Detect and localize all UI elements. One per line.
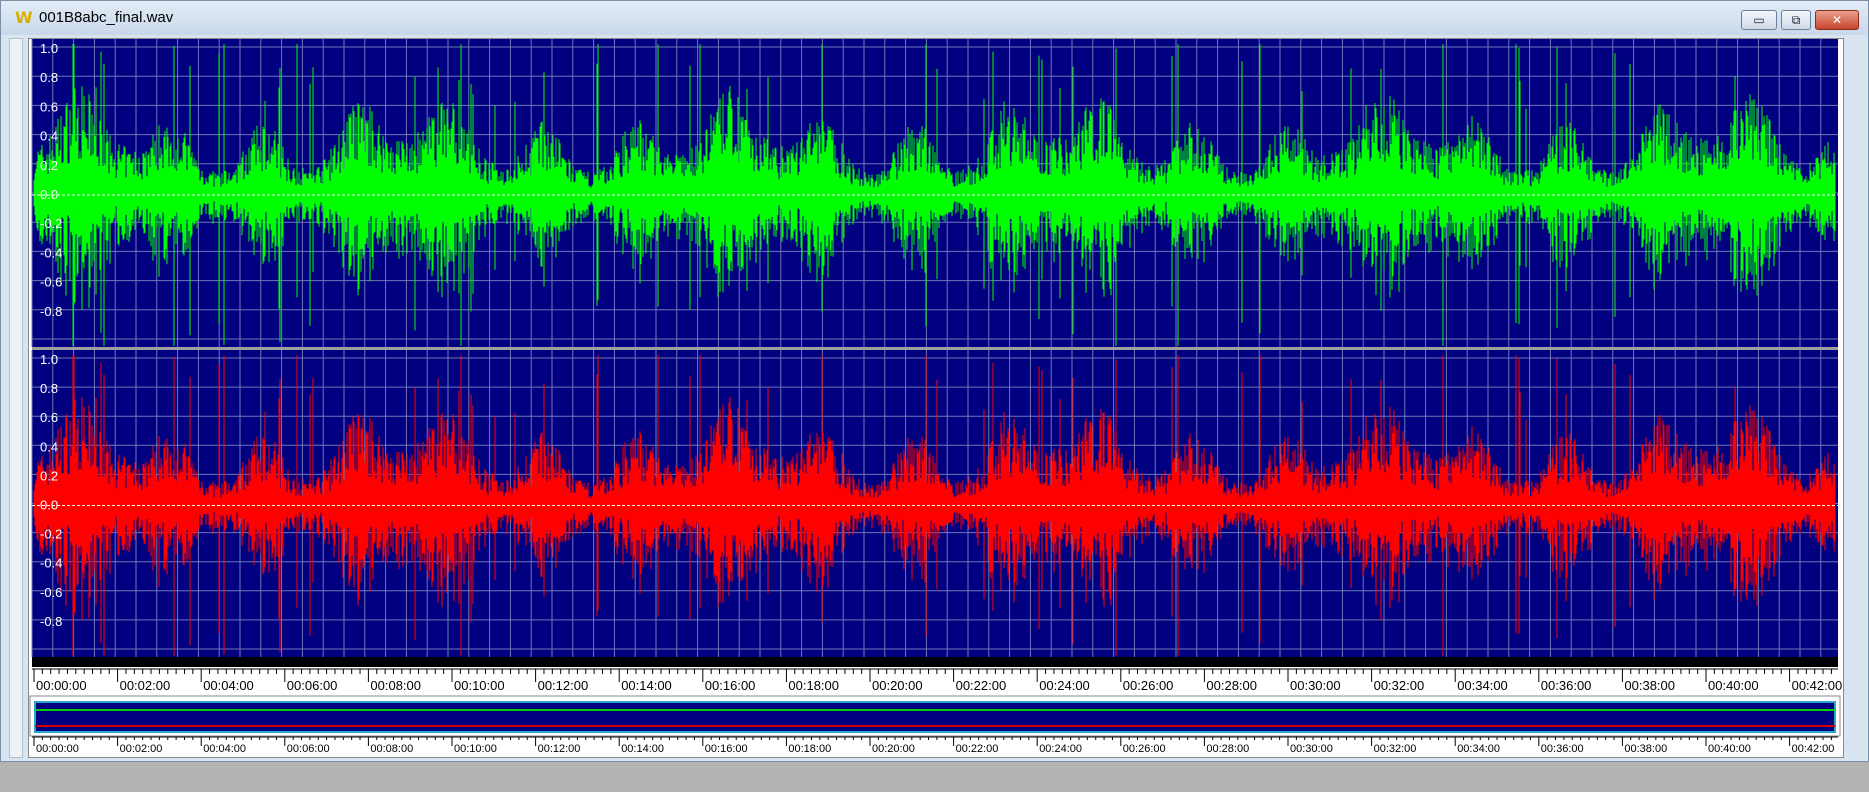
channel-divider xyxy=(32,347,1838,350)
overview-time-label: 00:40:00 xyxy=(1708,743,1751,755)
overview-time-label: 00:26:00 xyxy=(1123,743,1166,755)
waveform-canvas[interactable]: 1.0 0.8 0.6 0.4 0.2 0.0 -0.2 -0.4 -0.6 -0.8 1.0 0.8… xyxy=(0,0,1869,762)
y-tick-label: -0.8 xyxy=(40,304,62,319)
y-tick-label: 0.6 xyxy=(40,99,58,114)
time-label: 00:40:00 xyxy=(1708,678,1759,693)
time-label: 00:28:00 xyxy=(1206,678,1257,693)
y-tick-label: 0.6 xyxy=(40,410,58,425)
time-label: 00:04:00 xyxy=(203,678,254,693)
overview-time-label: 00:30:00 xyxy=(1290,743,1333,755)
overview-time-label: 00:10:00 xyxy=(454,743,497,755)
time-label: 00:10:00 xyxy=(454,678,505,693)
y-tick-label: 1.0 xyxy=(40,352,58,367)
time-label: 00:14:00 xyxy=(621,678,672,693)
time-label: 00:30:00 xyxy=(1290,678,1341,693)
overview-time-label: 00:04:00 xyxy=(203,743,246,755)
overview-time-label: 00:34:00 xyxy=(1457,743,1500,755)
overview-time-label: 00:20:00 xyxy=(872,743,915,755)
time-label: 00:22:00 xyxy=(956,678,1007,693)
y-tick-label: 0.2 xyxy=(40,468,58,483)
time-label: 00:36:00 xyxy=(1541,678,1592,693)
y-tick-label: -0.8 xyxy=(40,614,62,629)
time-label: 00:26:00 xyxy=(1123,678,1174,693)
overview-time-label: 00:22:00 xyxy=(956,743,999,755)
status-area xyxy=(0,762,1869,792)
y-tick-label: 0.2 xyxy=(40,158,58,173)
overview-time-label: 00:28:00 xyxy=(1206,743,1249,755)
y-tick-label: 0.0 xyxy=(40,187,58,202)
plot-bottom-band xyxy=(32,657,1838,667)
overview-time-label: 00:36:00 xyxy=(1541,743,1584,755)
y-tick-label: -0.4 xyxy=(40,245,62,260)
time-label: 00:00:00 xyxy=(36,678,87,693)
time-label: 00:08:00 xyxy=(370,678,421,693)
y-tick-label: 0.4 xyxy=(40,129,58,144)
time-label: 00:38:00 xyxy=(1624,678,1675,693)
time-label: 00:02:00 xyxy=(120,678,171,693)
overview-time-label: 00:32:00 xyxy=(1374,743,1417,755)
overview-time-label: 00:14:00 xyxy=(621,743,664,755)
time-label: 00:18:00 xyxy=(788,678,839,693)
overview-time-label: 00:16:00 xyxy=(705,743,748,755)
overview-time-label: 00:00:00 xyxy=(36,743,79,755)
time-label: 00:16:00 xyxy=(705,678,756,693)
overview-time-label: 00:02:00 xyxy=(120,743,163,755)
time-label: 00:06:00 xyxy=(287,678,338,693)
overview-time-label: 00:38:00 xyxy=(1624,743,1667,755)
overview-time-label: 00:08:00 xyxy=(370,743,413,755)
overview-time-label: 00:12:00 xyxy=(538,743,581,755)
time-label: 00:42:00 xyxy=(1792,678,1843,693)
y-tick-label: -0.6 xyxy=(40,275,62,290)
y-tick-label: 0.4 xyxy=(40,439,58,454)
overview-time-label: 00:24:00 xyxy=(1039,743,1082,755)
time-label: 00:12:00 xyxy=(538,678,589,693)
time-label: 00:24:00 xyxy=(1039,678,1090,693)
y-tick-label: -0.2 xyxy=(40,216,62,231)
time-label: 00:20:00 xyxy=(872,678,923,693)
time-label: 00:32:00 xyxy=(1374,678,1425,693)
y-tick-label: 1.0 xyxy=(40,41,58,56)
overview-strip xyxy=(34,701,1836,733)
overview-time-label: 00:18:00 xyxy=(788,743,831,755)
y-tick-label: 0.0 xyxy=(40,498,58,513)
y-tick-label: -0.4 xyxy=(40,556,62,571)
y-tick-label: 0.8 xyxy=(40,381,58,396)
y-tick-label: 0.8 xyxy=(40,70,58,85)
overview-time-label: 00:42:00 xyxy=(1792,743,1835,755)
y-tick-label: -0.2 xyxy=(40,527,62,542)
time-label: 00:34:00 xyxy=(1457,678,1508,693)
y-tick-label: -0.6 xyxy=(40,585,62,600)
overview-time-label: 00:06:00 xyxy=(287,743,330,755)
